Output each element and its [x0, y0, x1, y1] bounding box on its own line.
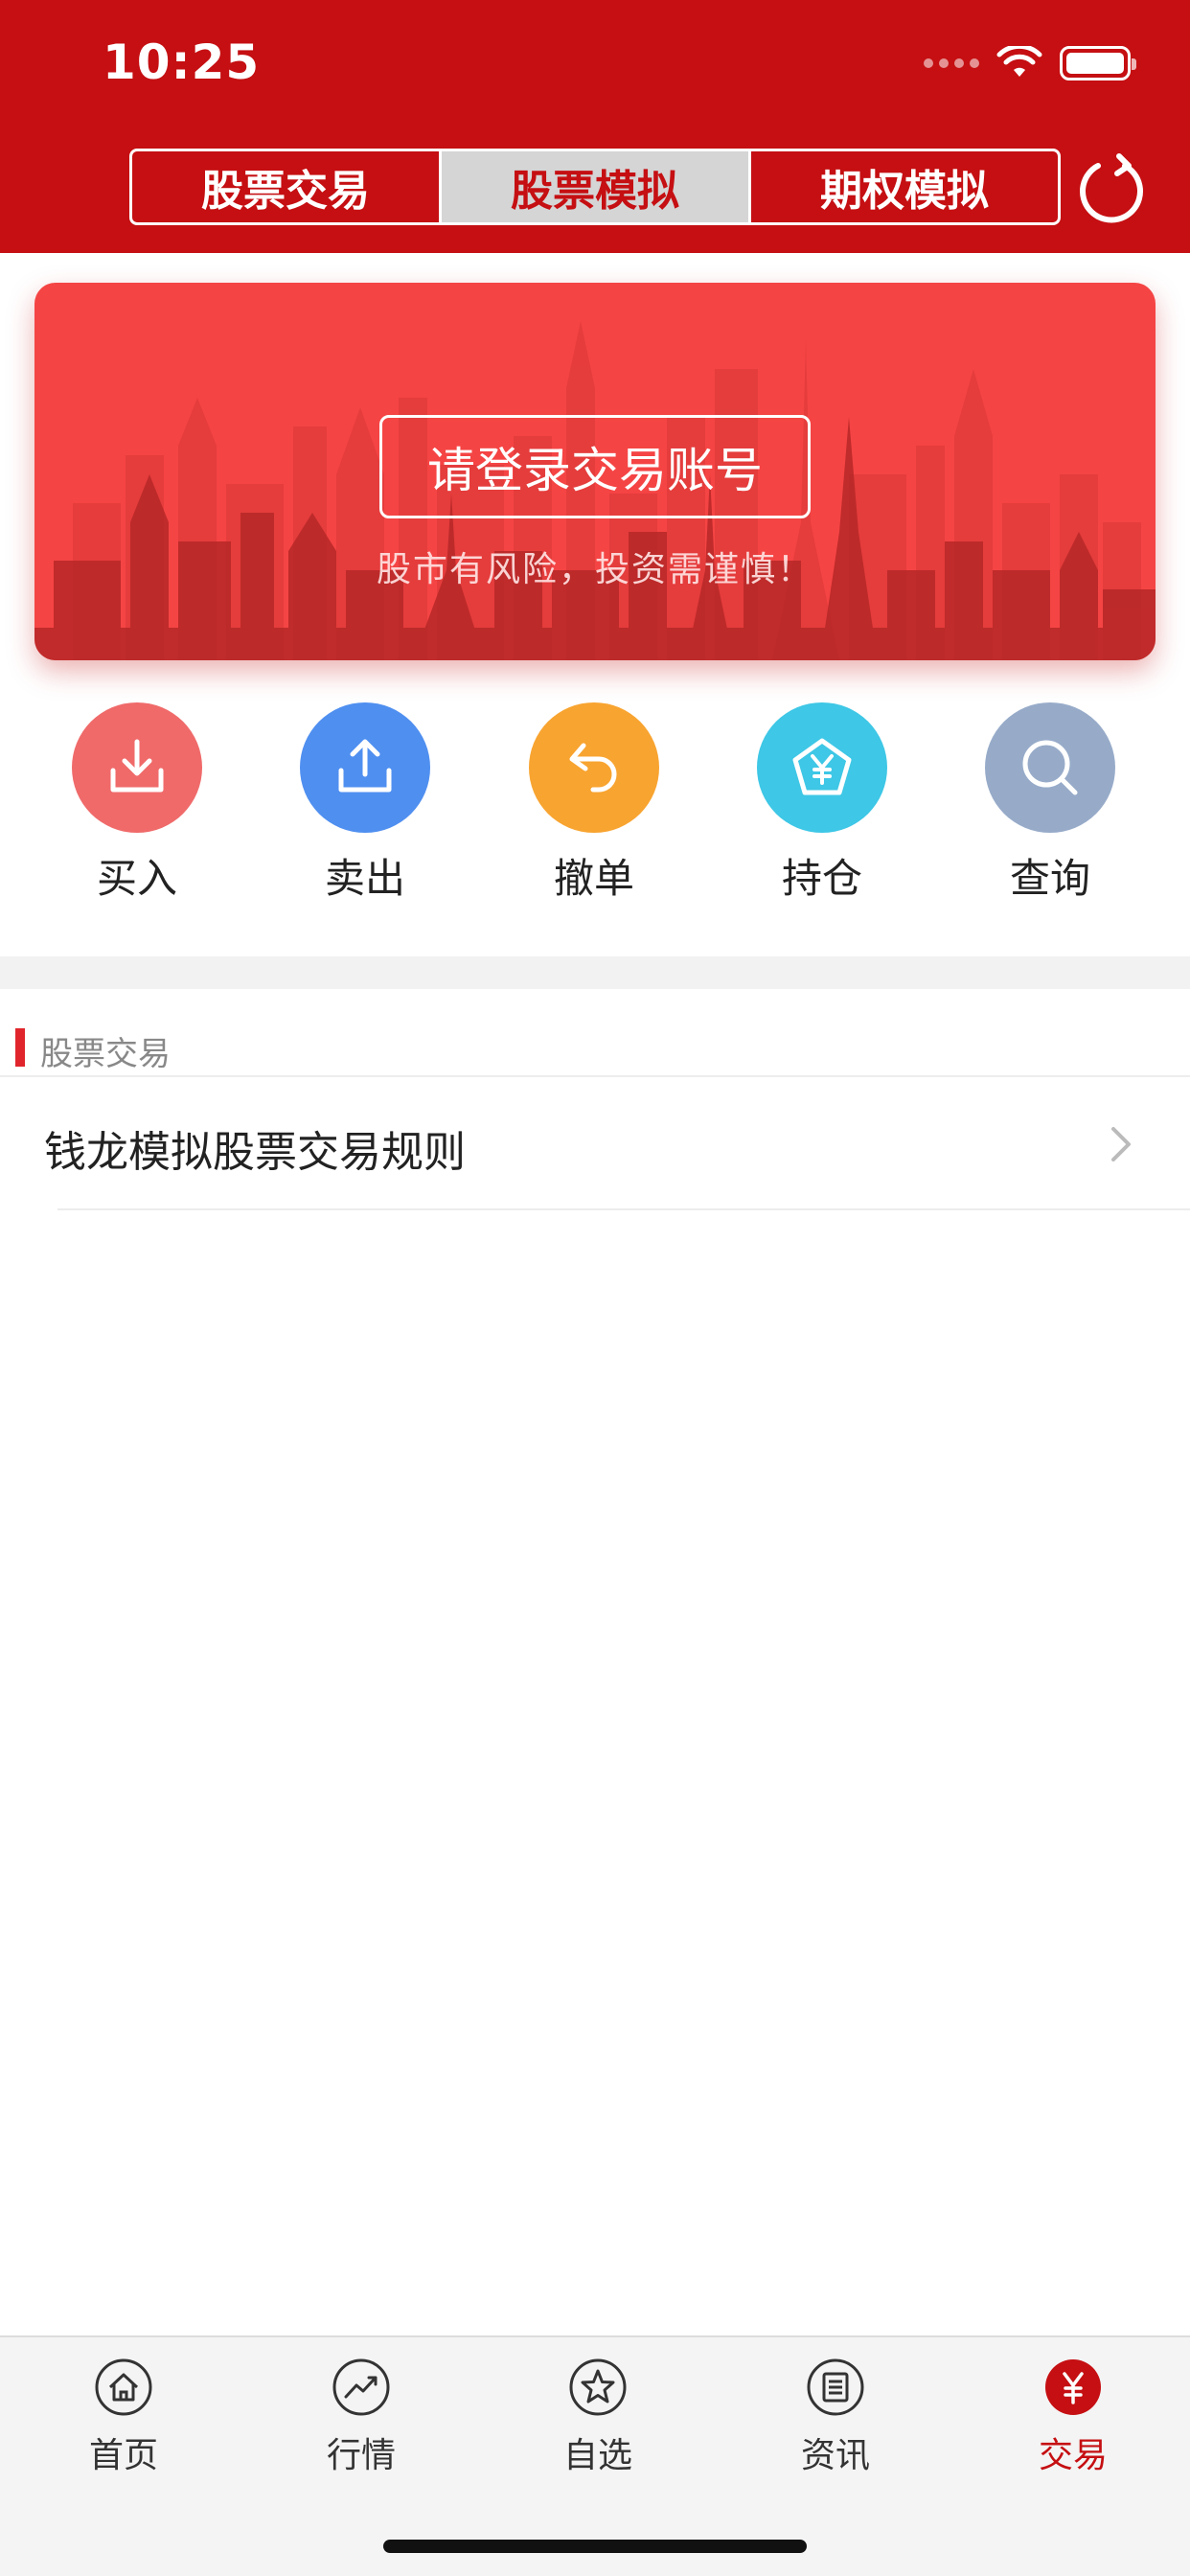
sell-label: 卖出: [324, 855, 405, 902]
list-divider: [57, 1208, 1190, 1210]
risk-warning: 股市有风险，投资需谨慎！: [376, 550, 813, 589]
tab-trade-label: 交易: [1038, 2436, 1108, 2475]
tab-market[interactable]: 行情: [285, 2357, 438, 2477]
status-indicators: [924, 44, 1136, 82]
query-button[interactable]: 查询: [973, 702, 1127, 905]
section-divider: [0, 956, 1190, 989]
undo-icon: [529, 702, 659, 833]
yen-shield-icon: [757, 702, 887, 833]
tab-home[interactable]: 首页: [47, 2357, 200, 2477]
tab-stock-trading[interactable]: 股票交易: [132, 151, 442, 222]
login-banner: 请登录交易账号 股市有风险，投资需谨慎！: [34, 283, 1156, 660]
quick-actions: 买入 卖出 撤单 持仓 查询: [0, 702, 1190, 904]
list-item-label: 钱龙模拟股票交易规则: [44, 1128, 466, 1177]
star-icon: [569, 2358, 627, 2416]
trend-chart-icon: [332, 2358, 390, 2416]
yen-icon: [1045, 2359, 1101, 2415]
news-icon: [807, 2358, 864, 2416]
header: 10:25 股票交易 股票模拟 期权模拟: [0, 0, 1190, 253]
tab-watchlist[interactable]: 自选: [521, 2357, 675, 2477]
upload-icon: [300, 702, 430, 833]
list-item-trading-rules[interactable]: 钱龙模拟股票交易规则: [0, 1077, 1190, 1209]
tab-news[interactable]: 资讯: [759, 2357, 912, 2477]
home-icon: [95, 2358, 152, 2416]
tab-stock-simulation[interactable]: 股票模拟: [442, 151, 751, 222]
refresh-icon[interactable]: [1073, 150, 1150, 227]
query-label: 查询: [1009, 855, 1090, 902]
battery-icon: [1060, 46, 1136, 80]
buy-label: 买入: [96, 855, 177, 902]
signal-icon: [924, 58, 979, 68]
tab-market-label: 行情: [326, 2436, 396, 2475]
cancel-order-button[interactable]: 撤单: [517, 702, 671, 905]
tab-news-label: 资讯: [800, 2436, 870, 2475]
buy-button[interactable]: 买入: [60, 702, 214, 905]
wifi-icon: [996, 46, 1042, 77]
section-header: 股票交易: [0, 1025, 1190, 1077]
tab-trade[interactable]: 交易: [996, 2357, 1150, 2477]
download-icon: [72, 702, 202, 833]
tab-home-label: 首页: [88, 2436, 158, 2475]
positions-label: 持仓: [781, 855, 862, 902]
mode-tabs: 股票交易 股票模拟 期权模拟: [129, 149, 1061, 225]
tab-watchlist-label: 自选: [562, 2436, 632, 2475]
positions-button[interactable]: 持仓: [745, 702, 899, 905]
search-icon: [985, 702, 1115, 833]
trading-page: 10:25 股票交易 股票模拟 期权模拟 请登录交易账号 股市有风险，投资需谨慎…: [0, 0, 1190, 2576]
tab-option-simulation[interactable]: 期权模拟: [751, 151, 1058, 222]
chevron-right-icon: [1111, 1127, 1131, 1162]
login-button[interactable]: 请登录交易账号: [379, 415, 811, 518]
sell-button[interactable]: 卖出: [288, 702, 442, 905]
section-accent-bar: [15, 1028, 25, 1067]
cancel-order-label: 撤单: [553, 855, 634, 902]
home-indicator: [383, 2540, 807, 2553]
status-time: 10:25: [103, 34, 261, 90]
section-title: 股票交易: [40, 1035, 171, 1073]
